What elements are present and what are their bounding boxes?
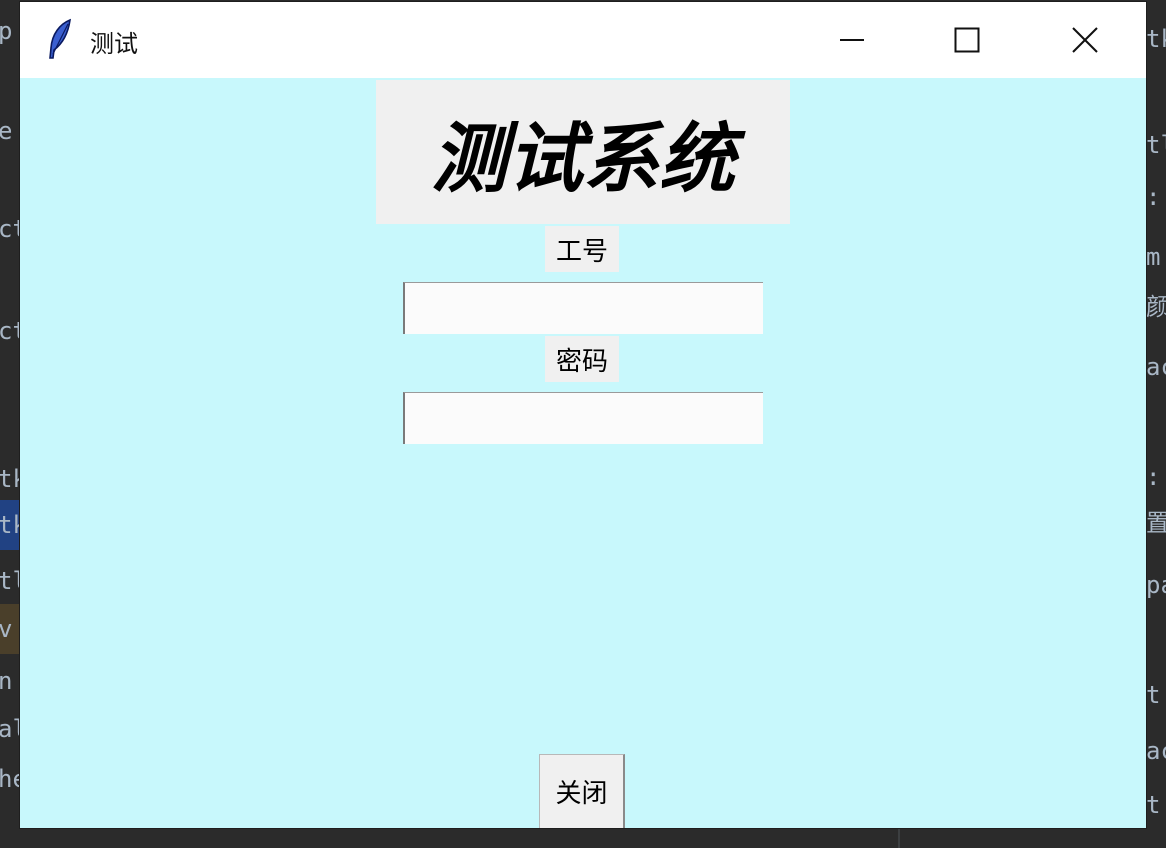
editor-divider	[898, 828, 900, 848]
editor-fragment: t	[1146, 791, 1161, 819]
editor-right-partial: tk tl : m 颜 ac : 置 pa t ac t	[1146, 0, 1166, 848]
close-button[interactable]: 关闭	[539, 754, 625, 828]
editor-fragment: tk	[1146, 25, 1166, 53]
editor-fragment: e	[0, 117, 13, 145]
editor-fragment: n	[0, 667, 13, 695]
password-input[interactable]	[403, 392, 763, 444]
editor-fragment: 置	[1146, 509, 1166, 537]
maximize-button[interactable]	[908, 2, 1026, 78]
editor-fragment: ct	[0, 317, 20, 345]
editor-fragment: ct	[0, 215, 20, 243]
title-bar[interactable]: 测试	[20, 2, 1146, 78]
system-heading: 测试系统	[376, 80, 790, 224]
editor-fragment: 颜	[1146, 293, 1166, 321]
employee-id-input[interactable]	[403, 282, 763, 334]
window-client-area: 测试系统 工号 密码 关闭	[20, 78, 1146, 828]
editor-fragment: ac	[1146, 353, 1166, 381]
editor-fragment: he	[0, 765, 20, 793]
editor-fragment: t	[1146, 681, 1161, 709]
editor-left-partial: p e ct ct tk tk tle v n al he	[0, 0, 20, 848]
feather-icon	[49, 18, 71, 59]
employee-id-label: 工号	[545, 226, 619, 272]
window-title: 测试	[90, 30, 138, 58]
editor-fragment: :	[1146, 183, 1161, 211]
editor-fragment: pa	[1146, 571, 1166, 599]
editor-bottom-strip	[0, 828, 1166, 848]
minimize-icon	[840, 39, 864, 41]
password-label: 密码	[545, 336, 619, 382]
minimize-button[interactable]	[793, 2, 911, 78]
editor-fragment-highlighted: tk	[0, 500, 20, 550]
editor-fragment: :	[1146, 463, 1161, 491]
editor-fragment-highlighted: v	[0, 604, 20, 654]
editor-fragment: ac	[1146, 737, 1166, 765]
editor-fragment: tk	[0, 465, 20, 493]
editor-fragment: tl	[1146, 131, 1166, 159]
editor-fragment: p	[0, 17, 13, 45]
window-close-button[interactable]	[1026, 2, 1144, 78]
app-window: 测试 测试系统 工号 密码 关闭	[20, 2, 1146, 828]
heading-text: 测试系统	[431, 114, 735, 203]
editor-fragment: m	[1146, 243, 1161, 271]
editor-fragment: tle	[0, 567, 20, 595]
editor-fragment: al	[0, 715, 20, 743]
close-icon	[1072, 27, 1098, 53]
maximize-icon	[954, 27, 980, 53]
